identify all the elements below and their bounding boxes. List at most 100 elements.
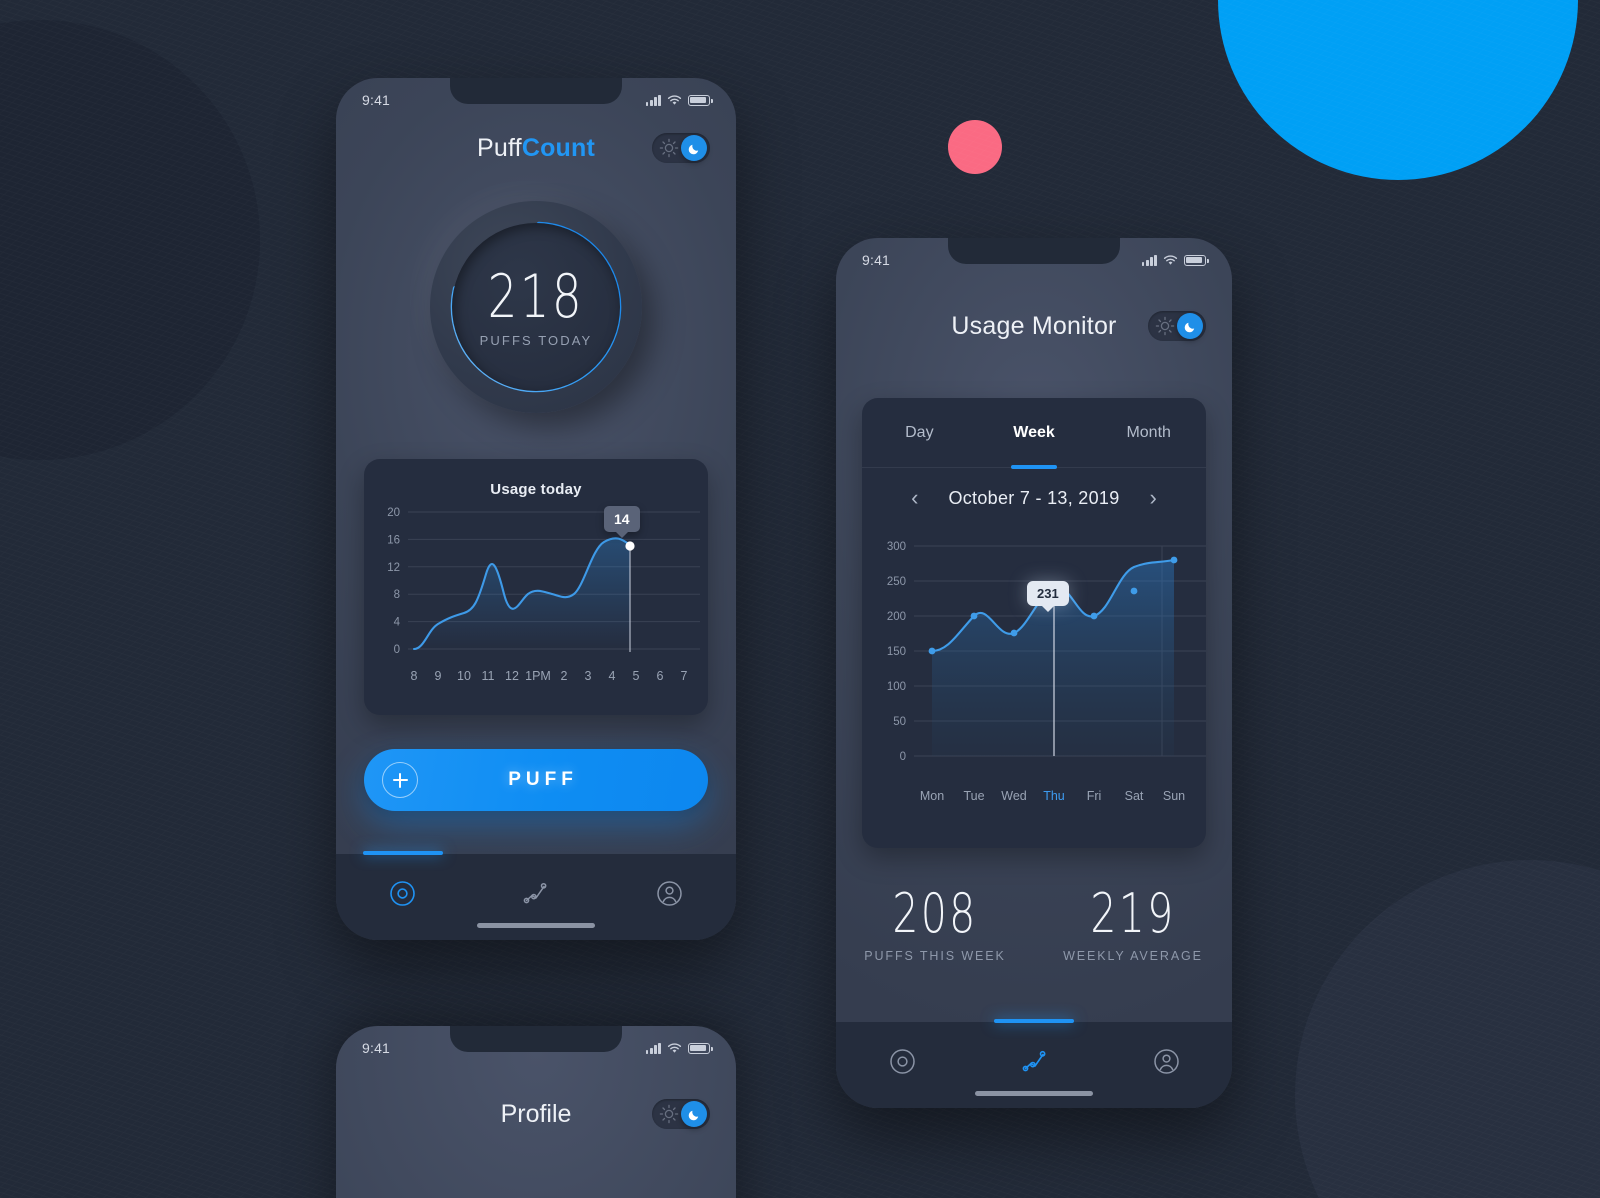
tab-week-label: Week bbox=[1013, 423, 1055, 441]
puff-button[interactable]: PUFF bbox=[364, 749, 708, 811]
wifi-icon bbox=[667, 1042, 682, 1054]
stat-label: PUFFS THIS WEEK bbox=[864, 948, 1006, 963]
stat-weekly-average: 219 WEEKLY AVERAGE bbox=[1034, 882, 1232, 963]
data-point-wed bbox=[1010, 629, 1018, 637]
app-header: Usage Monitor bbox=[836, 306, 1232, 346]
tab-day-label: Day bbox=[905, 423, 934, 441]
period-tab-group: Day Week Month bbox=[862, 398, 1206, 469]
sun-icon bbox=[658, 1103, 680, 1125]
chevron-right-icon[interactable]: › bbox=[1142, 483, 1165, 513]
page-title: Usage Monitor bbox=[951, 311, 1117, 340]
x-tick-tue: Tue bbox=[963, 789, 984, 803]
stat-value: 219 bbox=[1090, 882, 1176, 945]
moon-icon bbox=[1177, 313, 1203, 339]
page-title: Profile bbox=[500, 1099, 572, 1128]
page-title: PuffCount bbox=[476, 133, 596, 162]
battery-icon bbox=[688, 94, 713, 106]
sun-icon bbox=[658, 137, 680, 159]
usage-today-card: Usage today 20 16 12 8 4 0 8 9 10 11 12 … bbox=[364, 459, 708, 715]
gauge-label: PUFFS TODAY bbox=[479, 332, 593, 348]
plus-circle-icon bbox=[382, 762, 418, 798]
bottom-tab-bar bbox=[836, 1019, 1232, 1108]
theme-toggle-switch[interactable] bbox=[1148, 311, 1206, 341]
battery-icon bbox=[688, 1042, 713, 1054]
usage-today-chart[interactable]: 20 16 12 8 4 0 8 9 10 11 12 1PM 2 3 4 5 … bbox=[364, 504, 708, 704]
y-tick-250: 250 bbox=[887, 576, 906, 588]
card-title-usage-today: Usage today bbox=[490, 481, 582, 498]
person-circle-icon bbox=[657, 881, 682, 906]
x-tick-11: 7 bbox=[681, 669, 688, 683]
home-indicator bbox=[975, 1091, 1093, 1096]
usage-today-tooltip: 14 bbox=[604, 506, 640, 532]
x-tick-sat: Sat bbox=[1125, 789, 1144, 803]
x-tick-5: 1PM bbox=[525, 669, 551, 683]
app-header: PuffCount bbox=[336, 128, 736, 168]
background-noise-texture bbox=[0, 0, 1600, 1198]
sidebar-item-profile[interactable] bbox=[603, 854, 736, 940]
x-tick-10: 6 bbox=[657, 669, 664, 683]
data-point-mon bbox=[928, 647, 936, 655]
y-tick-20: 20 bbox=[387, 507, 400, 519]
wifi-icon bbox=[1163, 254, 1178, 266]
y-tick-16: 16 bbox=[387, 534, 400, 546]
battery-icon bbox=[1184, 254, 1209, 266]
data-point-fri bbox=[1090, 612, 1098, 620]
phone-screen-usage-monitor: 9:41 Usage Monitor Day Week Month ‹ Octo… bbox=[836, 238, 1232, 1108]
home-indicator bbox=[477, 923, 595, 928]
x-tick-0: 8 bbox=[411, 669, 418, 683]
x-tick-fri: Fri bbox=[1087, 789, 1102, 803]
status-bar: 9:41 bbox=[336, 1038, 736, 1058]
sidebar-item-home[interactable] bbox=[336, 851, 469, 940]
active-tab-underline bbox=[1011, 465, 1057, 469]
target-circle-icon bbox=[889, 1049, 915, 1074]
y-tick-12: 12 bbox=[387, 562, 400, 574]
x-tick-4: 12 bbox=[505, 669, 519, 683]
active-tab-indicator bbox=[362, 851, 443, 855]
x-tick-wed: Wed bbox=[1001, 789, 1027, 803]
tab-month[interactable]: Month bbox=[1091, 398, 1206, 467]
sidebar-item-profile[interactable] bbox=[1100, 1022, 1232, 1108]
moon-icon bbox=[681, 135, 707, 161]
tab-month-label: Month bbox=[1126, 423, 1171, 441]
y-tick-150: 150 bbox=[887, 646, 906, 658]
tab-day[interactable]: Day bbox=[862, 398, 977, 467]
screenshot-canvas: 9:41 PuffCount 218 PUFFS TODAY Usage tod… bbox=[0, 0, 1600, 1198]
y-tick-100: 100 bbox=[887, 681, 906, 693]
gauge-inner-face: 218 PUFFS TODAY bbox=[452, 223, 620, 391]
chevron-left-icon[interactable]: ‹ bbox=[903, 483, 926, 513]
weekly-usage-tooltip: 231 bbox=[1027, 581, 1069, 606]
sidebar-item-home[interactable] bbox=[836, 1022, 968, 1108]
weekly-usage-chart[interactable]: 300 250 200 150 100 50 0 Mon Tue Wed Thu… bbox=[862, 528, 1206, 838]
y-tick-50: 50 bbox=[893, 716, 906, 728]
x-tick-thu: Thu bbox=[1043, 789, 1065, 803]
data-point-sun bbox=[1170, 556, 1178, 564]
moon-icon bbox=[681, 1101, 707, 1127]
date-range-navigator: ‹ October 7 - 13, 2019 › bbox=[862, 468, 1206, 528]
cellular-bars-icon bbox=[645, 94, 661, 106]
status-time: 9:41 bbox=[362, 92, 391, 108]
gauge-value: 218 bbox=[487, 261, 585, 332]
bottom-tab-bar bbox=[336, 851, 736, 940]
cellular-bars-icon bbox=[645, 1042, 661, 1054]
theme-toggle-switch[interactable] bbox=[652, 1099, 710, 1129]
puff-button-label: PUFF bbox=[508, 769, 578, 790]
usage-analytics-card: Day Week Month ‹ October 7 - 13, 2019 › bbox=[862, 398, 1206, 848]
y-tick-0: 0 bbox=[900, 751, 906, 763]
wifi-icon bbox=[667, 94, 682, 106]
phone-screen-home: 9:41 PuffCount 218 PUFFS TODAY Usage tod… bbox=[336, 78, 736, 940]
theme-toggle-switch[interactable] bbox=[652, 133, 710, 163]
x-tick-2: 10 bbox=[457, 669, 471, 683]
x-tick-sun: Sun bbox=[1163, 789, 1185, 803]
tab-week[interactable]: Week bbox=[977, 398, 1092, 469]
person-circle-icon bbox=[1153, 1049, 1179, 1074]
x-tick-9: 5 bbox=[633, 669, 640, 683]
y-tick-200: 200 bbox=[887, 611, 906, 623]
sun-icon bbox=[1154, 315, 1176, 337]
y-tick-0: 0 bbox=[394, 644, 400, 656]
app-header: Profile bbox=[336, 1094, 736, 1134]
data-point-tue bbox=[970, 612, 978, 620]
data-point-sat bbox=[1130, 587, 1138, 595]
stat-puffs-this-week: 208 PUFFS THIS WEEK bbox=[836, 885, 1034, 963]
highlight-point bbox=[625, 541, 635, 551]
stat-label: WEEKLY AVERAGE bbox=[1063, 948, 1203, 963]
